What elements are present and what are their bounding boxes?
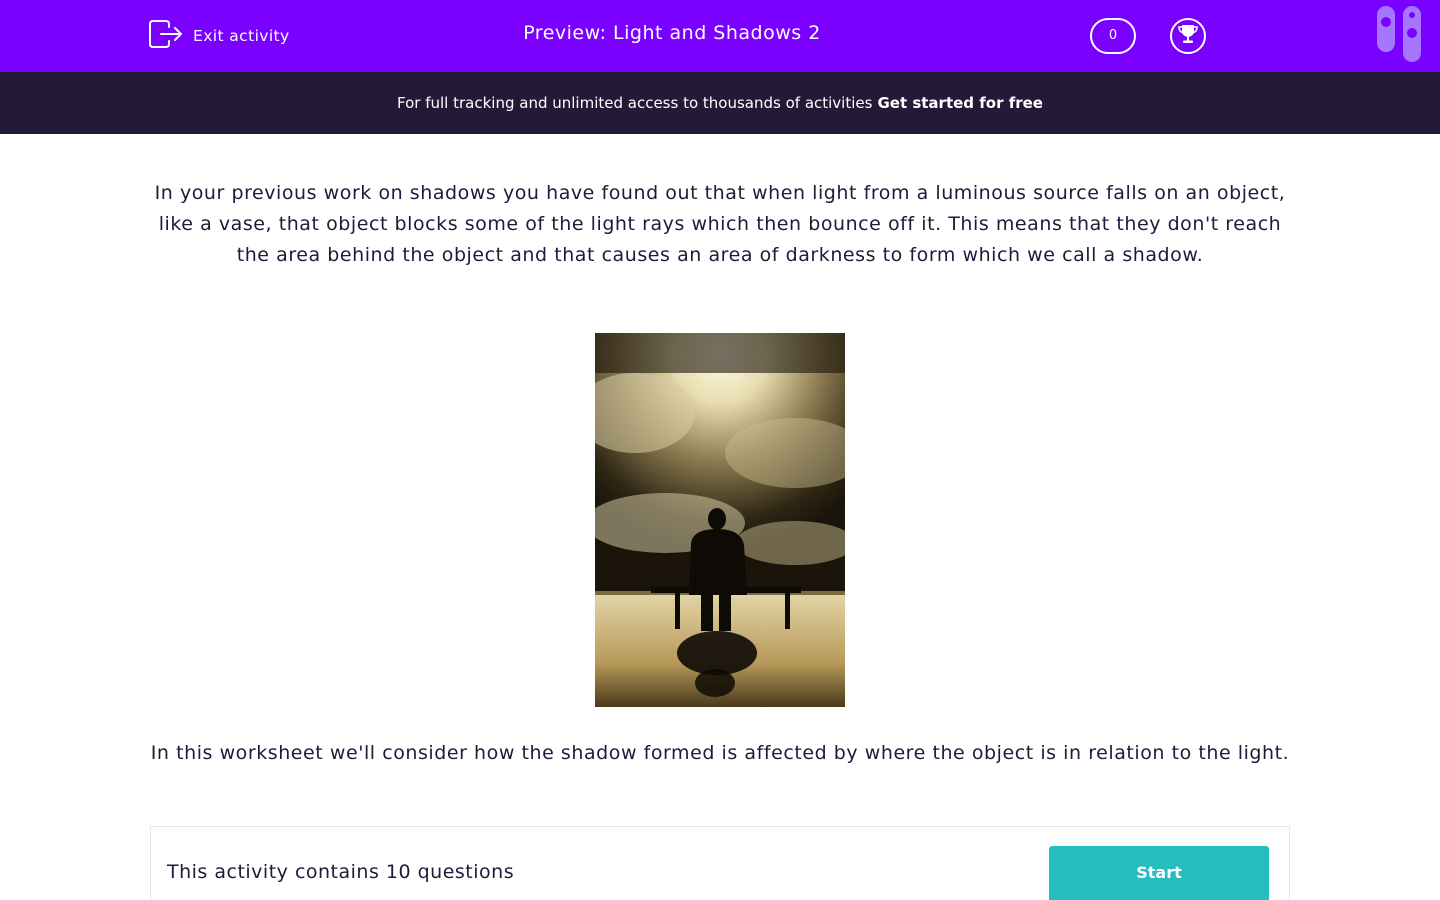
- trophy-button[interactable]: [1170, 18, 1206, 54]
- signup-banner: For full tracking and unlimited access t…: [0, 72, 1440, 134]
- get-started-link[interactable]: Get started for free: [877, 94, 1043, 112]
- exit-icon: [149, 19, 183, 53]
- trophy-icon: [1177, 23, 1199, 49]
- start-button[interactable]: Start: [1049, 846, 1269, 900]
- top-bar: Exit activity Preview: Light and Shadows…: [0, 0, 1440, 72]
- silhouette-photo: [595, 333, 845, 707]
- activity-card: This activity contains 10 questions Star…: [150, 826, 1290, 900]
- brand-logo: [1377, 6, 1423, 64]
- page-title: Preview: Light and Shadows 2: [523, 22, 821, 44]
- score-badge: 0: [1090, 18, 1136, 54]
- exit-activity-label: Exit activity: [193, 27, 290, 45]
- banner-text: For full tracking and unlimited access t…: [397, 94, 873, 112]
- activity-summary: This activity contains 10 questions: [167, 861, 515, 883]
- exit-activity-button[interactable]: Exit activity: [149, 19, 290, 53]
- outro-paragraph: In this worksheet we'll consider how the…: [150, 742, 1290, 764]
- intro-paragraph: In your previous work on shadows you hav…: [154, 182, 1286, 266]
